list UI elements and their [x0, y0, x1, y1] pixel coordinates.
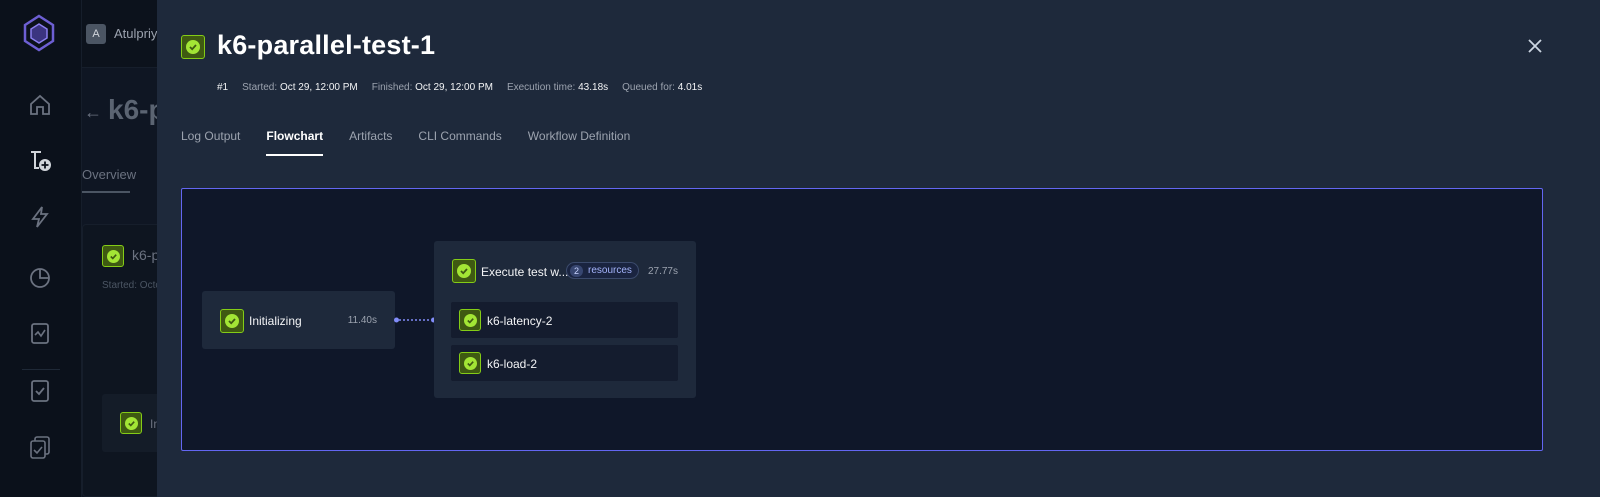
tab-flowchart[interactable]: Flowchart [266, 129, 324, 156]
resources-count: 2 [570, 264, 584, 277]
started-label: Started: [242, 82, 278, 93]
execution-time-label: Execution time: [506, 82, 576, 93]
execution-card-title: k6-p [132, 247, 160, 263]
finished-label: Finished: [371, 82, 413, 93]
passed-status-icon [102, 245, 124, 267]
child-node-label: k6-latency-2 [487, 314, 553, 328]
finished-meta: Finished: Oct 29, 12:00 PM [372, 82, 493, 93]
flow-connector [394, 317, 436, 323]
execution-meta: #1 Started: Oct 29, 12:00 PM Finished: O… [217, 82, 702, 93]
analytics-icon[interactable] [27, 264, 53, 290]
initializing-node[interactable]: Initializing 11.40s [202, 291, 395, 349]
main-sidebar [0, 0, 82, 497]
execution-card-started: Started: Octo [102, 280, 161, 291]
queued-meta: Queued for: 4.01s [622, 82, 702, 93]
flowchart-canvas[interactable]: Initializing 11.40s Execute test w... 2 … [181, 188, 1543, 451]
initializing-label: Initializing [249, 314, 302, 328]
sidebar-divider [22, 369, 60, 370]
tests-icon[interactable] [27, 378, 53, 404]
resources-label: resources [588, 265, 632, 276]
child-node-label: k6-load-2 [487, 357, 538, 371]
drawer-tabs: Log Output Flowchart Artifacts CLI Comma… [181, 129, 656, 156]
execution-title: k6-parallel-test-1 [217, 30, 436, 60]
tab-overview[interactable]: Overview [82, 167, 136, 182]
tab-log-output[interactable]: Log Output [181, 129, 240, 156]
child-node-k6-latency-2[interactable]: k6-latency-2 [451, 302, 678, 338]
tab-workflow-definition[interactable]: Workflow Definition [528, 129, 630, 156]
started-value: Oct 29, 12:00 PM [279, 82, 358, 93]
passed-status-icon [452, 259, 476, 283]
passed-status-icon [459, 352, 481, 374]
started-meta: Started: Oct 29, 12:00 PM [242, 82, 358, 93]
queued-value: 4.01s [677, 82, 703, 93]
passed-status-icon [459, 309, 481, 331]
workflows-add-icon[interactable] [27, 148, 53, 174]
passed-status-icon [220, 309, 244, 333]
child-node-k6-load-2[interactable]: k6-load-2 [451, 345, 678, 381]
finished-value: Oct 29, 12:00 PM [415, 82, 493, 93]
initializing-duration: 11.40s [347, 315, 377, 326]
tab-overview-indicator [82, 191, 130, 193]
run-number: #1 [217, 82, 229, 93]
test-suites-icon[interactable] [27, 434, 53, 460]
org-avatar[interactable]: A [86, 24, 106, 44]
testkube-logo-icon[interactable] [22, 14, 56, 52]
group-duration: 27.77s [647, 266, 678, 277]
home-icon[interactable] [27, 92, 53, 118]
group-title: Execute test w... [481, 265, 569, 279]
close-icon[interactable] [1527, 38, 1543, 54]
back-arrow-icon[interactable]: ← [84, 102, 102, 123]
queued-label: Queued for: [622, 82, 675, 93]
tab-cli-commands[interactable]: CLI Commands [418, 129, 501, 156]
execution-details-drawer: k6-parallel-test-1 #1 Started: Oct 29, 1… [157, 0, 1600, 497]
reports-icon[interactable] [27, 320, 53, 346]
execution-time-meta: Execution time: 43.18s [507, 82, 608, 93]
passed-status-icon [120, 412, 142, 434]
execution-time-value: 43.18s [578, 82, 609, 93]
tab-artifacts[interactable]: Artifacts [349, 129, 392, 156]
resources-badge[interactable]: 2 resources [566, 262, 639, 279]
passed-status-icon [181, 35, 205, 59]
parallel-group-node[interactable]: Execute test w... 2 resources 27.77s k6-… [434, 241, 696, 398]
triggers-icon[interactable] [27, 204, 53, 230]
